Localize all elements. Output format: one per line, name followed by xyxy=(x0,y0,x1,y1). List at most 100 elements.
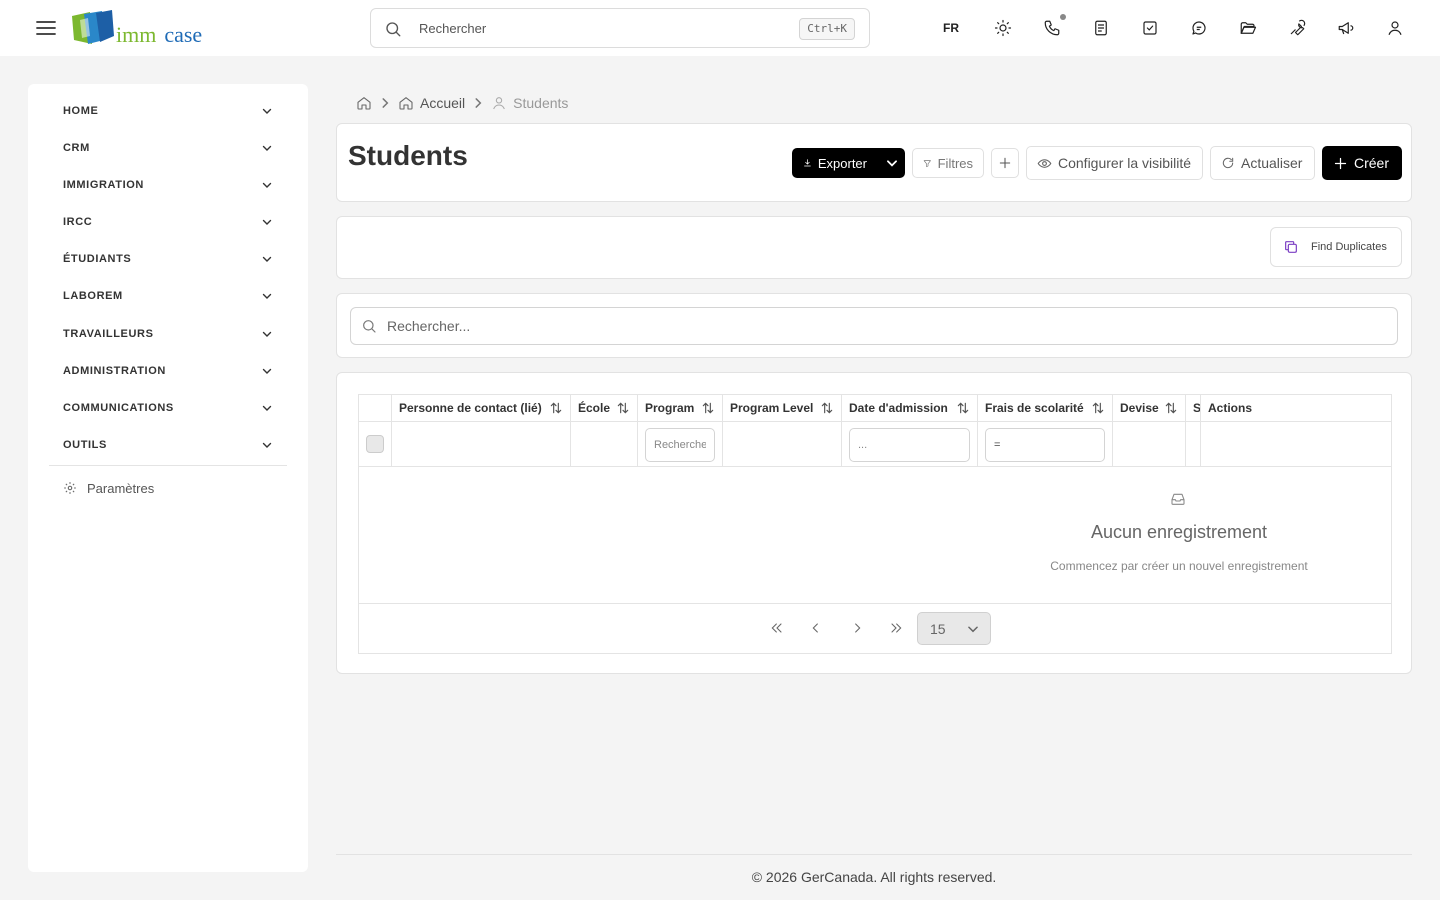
sidebar-item-label: IRCC xyxy=(63,215,93,228)
chevron-down-icon xyxy=(262,182,272,188)
logo-word-imm: imm xyxy=(116,22,157,47)
export-label: Exporter xyxy=(817,155,867,171)
sidebar-item-outils[interactable]: OUTILS xyxy=(49,426,287,463)
fees-filter-input[interactable] xyxy=(985,428,1105,462)
sidebar-item-settings[interactable]: Paramètres xyxy=(63,478,154,498)
next-page-icon[interactable] xyxy=(847,618,867,638)
sidebar: HOME CRM IMMIGRATION IRCC ÉTUDIANTS LABO… xyxy=(28,84,308,872)
megaphone-icon[interactable] xyxy=(1334,16,1358,40)
select-all-checkbox[interactable] xyxy=(366,435,384,453)
table-filter-row xyxy=(359,422,1391,467)
configure-visibility-button[interactable]: Configurer la visibilité xyxy=(1026,146,1203,180)
filters-label: Filtres xyxy=(937,155,973,171)
sidebar-item-communications[interactable]: COMMUNICATIONS xyxy=(49,389,287,426)
program-filter-input[interactable] xyxy=(645,428,715,462)
select-all-cell xyxy=(359,422,392,466)
chevron-down-icon xyxy=(968,625,978,632)
chevron-down-icon xyxy=(262,219,272,225)
create-button[interactable]: Créer xyxy=(1322,146,1402,180)
tasks-icon[interactable] xyxy=(1138,16,1162,40)
column-header-contact[interactable]: Personne de contact (lié) xyxy=(392,395,571,421)
find-duplicates-label: Find Duplicates xyxy=(1311,241,1387,253)
export-dropdown-button[interactable] xyxy=(878,148,905,178)
home-icon xyxy=(399,97,413,110)
column-label: École xyxy=(578,401,611,415)
notes-icon[interactable] xyxy=(1089,16,1113,40)
table-header-row: Personne de contact (lié) École Program … xyxy=(359,395,1391,422)
find-duplicates-button[interactable]: Find Duplicates xyxy=(1270,227,1402,267)
empty-state-title: Aucun enregistrement xyxy=(1090,522,1268,542)
pagination: 15 xyxy=(359,603,1391,653)
sidebar-item-label: LABOREM xyxy=(63,289,123,302)
home-icon[interactable] xyxy=(356,95,372,111)
export-button[interactable]: Exporter xyxy=(792,148,878,178)
column-label: Devise xyxy=(1120,401,1159,415)
column-label: Program xyxy=(645,401,695,415)
logo-mark-icon xyxy=(72,10,114,44)
column-header-ecole[interactable]: École xyxy=(571,395,638,421)
filter-cell-frais xyxy=(978,422,1113,466)
date-filter-input[interactable] xyxy=(849,428,970,462)
records-search-input[interactable] xyxy=(387,316,1347,336)
sidebar-item-travailleurs[interactable]: TRAVAILLEURS xyxy=(49,315,287,352)
folder-icon[interactable] xyxy=(1236,16,1260,40)
column-header-program[interactable]: Program xyxy=(638,395,723,421)
column-header-date-admission[interactable]: Date d'admission xyxy=(842,395,978,421)
plus-icon xyxy=(1334,157,1347,169)
sidebar-item-etudiants[interactable]: ÉTUDIANTS xyxy=(49,240,287,277)
refresh-icon xyxy=(1222,157,1234,169)
sidebar-item-label: ÉTUDIANTS xyxy=(63,252,132,265)
column-header-devise[interactable]: Devise xyxy=(1113,395,1186,421)
messages-icon[interactable] xyxy=(1187,16,1211,40)
previous-page-icon[interactable] xyxy=(806,618,826,638)
sidebar-divider xyxy=(49,465,287,466)
sort-icon xyxy=(702,402,714,414)
breadcrumb-home[interactable]: Accueil xyxy=(398,95,465,111)
user-icon[interactable] xyxy=(1383,16,1407,40)
filter-cell-ecole xyxy=(571,422,638,466)
sidebar-item-home[interactable]: HOME xyxy=(49,92,287,129)
chevron-down-icon xyxy=(262,405,272,411)
phone-icon[interactable] xyxy=(1040,14,1066,40)
sidebar-item-ircc[interactable]: IRCC xyxy=(49,203,287,240)
add-filter-button[interactable] xyxy=(991,148,1019,178)
global-search-input[interactable] xyxy=(419,17,789,39)
refresh-button[interactable]: Actualiser xyxy=(1210,146,1315,180)
global-search[interactable]: Ctrl+K xyxy=(370,8,870,48)
hamburger-menu-icon[interactable] xyxy=(34,16,58,40)
sun-icon[interactable] xyxy=(991,16,1015,40)
notification-dot xyxy=(1060,14,1066,20)
column-label: Actions xyxy=(1208,401,1253,415)
column-header-s[interactable]: S xyxy=(1186,395,1201,421)
page-size-value: 15 xyxy=(930,620,946,637)
column-header-frais[interactable]: Frais de scolarité xyxy=(978,395,1113,421)
sidebar-item-immigration[interactable]: IMMIGRATION xyxy=(49,166,287,203)
search-icon xyxy=(361,318,377,334)
breadcrumb-current: Students xyxy=(491,95,568,111)
column-header-program-level[interactable]: Program Level xyxy=(723,395,842,421)
sidebar-item-laborem[interactable]: LABOREM xyxy=(49,277,287,314)
user-icon xyxy=(493,97,505,110)
sidebar-item-crm[interactable]: CRM xyxy=(49,129,287,166)
filters-button[interactable]: Filtres xyxy=(912,148,984,178)
chevron-down-icon xyxy=(886,160,897,167)
tools-icon[interactable] xyxy=(1285,16,1309,40)
visibility-label: Configurer la visibilité xyxy=(1058,155,1192,171)
sidebar-item-label: TRAVAILLEURS xyxy=(63,327,154,340)
language-switcher[interactable]: FR xyxy=(939,16,963,40)
gear-icon xyxy=(64,482,76,494)
column-label: Program Level xyxy=(730,401,814,415)
last-page-icon[interactable] xyxy=(886,618,906,638)
sidebar-item-label: ADMINISTRATION xyxy=(63,364,166,377)
settings-label: Paramètres xyxy=(87,480,155,496)
first-page-icon[interactable] xyxy=(767,618,787,638)
sidebar-item-label: COMMUNICATIONS xyxy=(63,401,174,414)
sidebar-item-administration[interactable]: ADMINISTRATION xyxy=(49,352,287,389)
records-search[interactable] xyxy=(350,307,1398,345)
logo[interactable]: imm case xyxy=(70,10,220,48)
page-size-select[interactable]: 15 xyxy=(917,612,991,645)
filter-cell-contact xyxy=(392,422,571,466)
chevron-down-icon xyxy=(262,331,272,337)
chevron-down-icon xyxy=(262,368,272,374)
sort-icon xyxy=(957,402,969,414)
